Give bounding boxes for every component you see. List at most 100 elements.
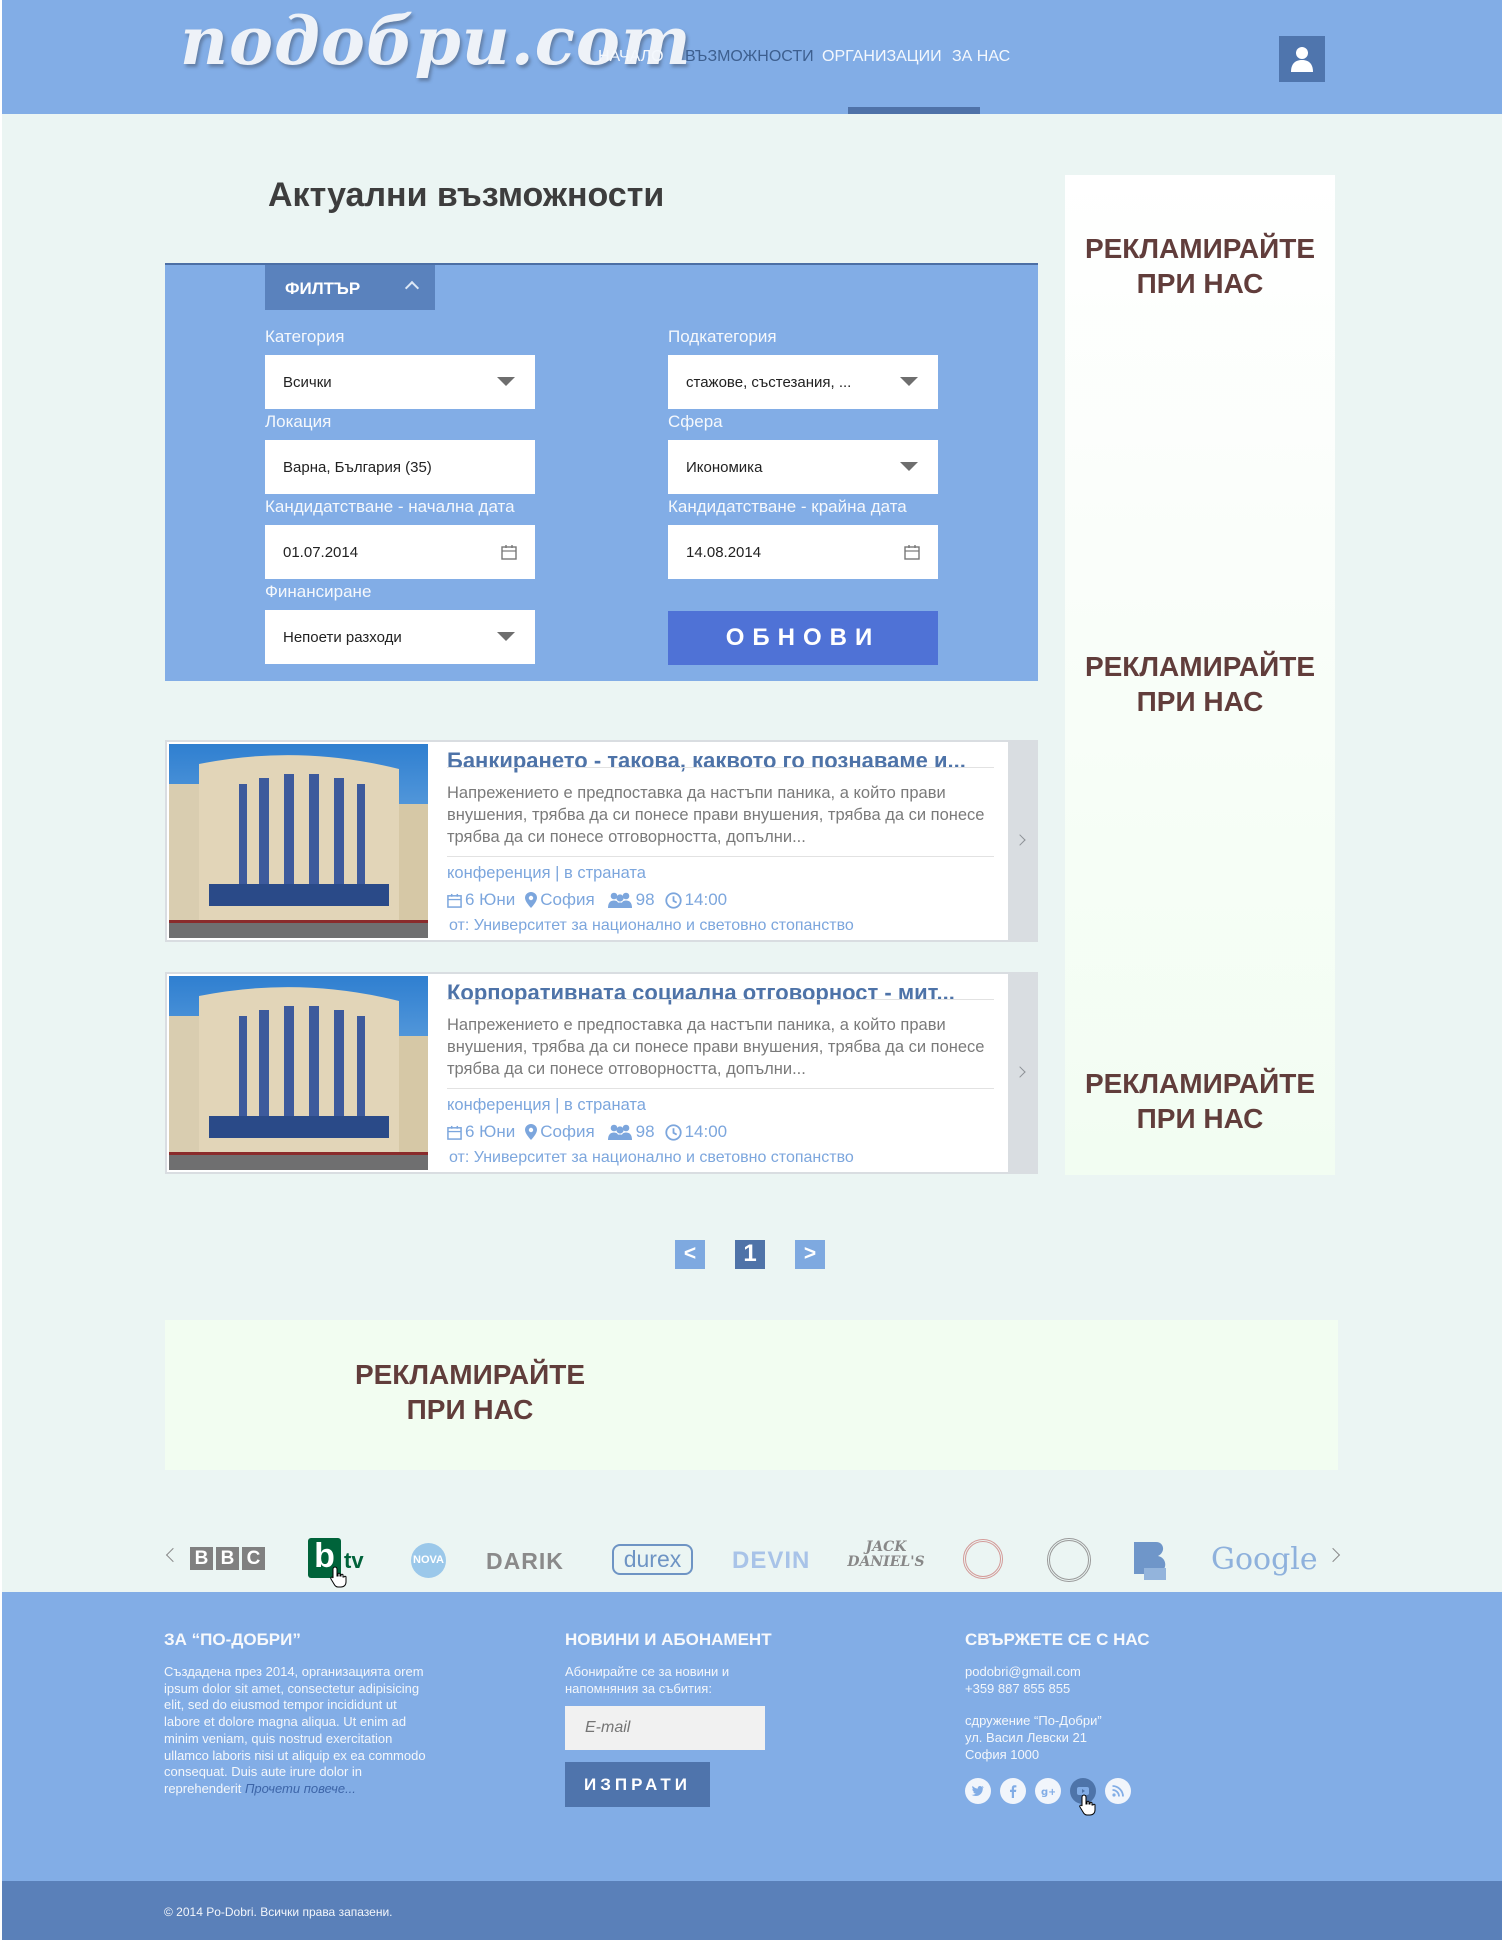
category-value: Всички — [283, 374, 332, 391]
brands-next-arrow[interactable] — [1325, 1547, 1341, 1563]
card-organizer[interactable]: от: Университет за национално и световно… — [449, 917, 854, 935]
bottom-ad-banner[interactable]: РЕКЛАМИРАЙТЕ ПРИ НАС — [165, 1320, 1338, 1470]
funding-select[interactable]: Непоети разходи — [265, 610, 535, 664]
card-tags[interactable]: конференция | в страната — [447, 864, 646, 883]
subcategory-label: Подкатегория — [668, 327, 777, 346]
brand-b2-logo[interactable] — [1130, 1538, 1172, 1587]
card-divider — [447, 856, 994, 857]
page-title: Актуални възможности — [268, 176, 665, 214]
card-people: 98 — [635, 890, 655, 909]
sphere-value: Икономика — [686, 459, 763, 476]
about-heading: ЗА “ПО-ДОБРИ” — [164, 1630, 301, 1649]
prev-page-button[interactable]: < — [675, 1240, 705, 1269]
news-text: Абонирайте се за новини и напомняния за … — [565, 1664, 730, 1696]
ad-text: РЕКЛАМИРАЙТЕ ПРИ НАС — [1084, 233, 1316, 299]
hand-cursor-icon — [1079, 1794, 1096, 1816]
user-account-button[interactable] — [1279, 36, 1325, 82]
card-tags[interactable]: конференция | в страната — [447, 1096, 646, 1115]
address-line: ул. Васил Левски 21 — [965, 1730, 1087, 1746]
contact-heading: СВЪРЖЕТЕ СЕ С НАС — [965, 1630, 1150, 1649]
sphere-label: Сфера — [668, 412, 723, 431]
brand-jack-daniels[interactable]: JACK DANIEL'S — [843, 1540, 929, 1570]
svg-text:g+: g+ — [1041, 1787, 1055, 1798]
update-button[interactable]: ОБНОВИ — [668, 611, 938, 665]
side-ad-banner[interactable]: РЕКЛАМИРАЙТЕ ПРИ НАС РЕКЛАМИРАЙТЕ ПРИ НАС … — [1065, 175, 1335, 1175]
start-date-input[interactable]: 01.07.2014 — [265, 525, 535, 579]
current-page[interactable]: 1 — [735, 1240, 765, 1269]
location-pin-icon — [525, 1124, 538, 1140]
hand-cursor-icon — [330, 1566, 347, 1588]
location-meta: София — [525, 890, 595, 910]
read-more-link[interactable]: Прочети повече... — [245, 1781, 356, 1796]
end-date-label: Кандидатстване - крайна дата — [668, 497, 907, 516]
card-city: София — [540, 890, 595, 909]
start-date-value: 01.07.2014 — [283, 544, 359, 561]
clock-icon — [664, 1123, 682, 1141]
clock-icon — [664, 891, 682, 909]
contact-phone: +359 887 855 855 — [965, 1680, 1071, 1696]
end-date-input[interactable]: 14.08.2014 — [668, 525, 938, 579]
calendar-icon[interactable] — [904, 544, 920, 560]
calendar-icon[interactable] — [501, 544, 517, 560]
card-open-arrow[interactable] — [1008, 742, 1036, 940]
card-date: 6 Юни — [465, 890, 516, 909]
brand-durex[interactable]: durex — [612, 1544, 693, 1575]
category-label: Категория — [265, 327, 345, 346]
contact-text: podobri@gmail.com +359 887 855 855 сдруж… — [965, 1664, 1225, 1764]
opportunity-card[interactable]: Корпоративната социална отговорност - ми… — [165, 972, 1038, 1174]
next-page-button[interactable]: > — [795, 1240, 825, 1269]
brand-devin[interactable]: DEVIN — [732, 1547, 810, 1575]
location-input[interactable]: Варна, България (35) — [265, 440, 535, 494]
nav-home[interactable]: НАЧАЛО — [598, 48, 664, 66]
calendar-icon — [447, 1125, 462, 1140]
time-meta: 14:00 — [664, 890, 728, 910]
card-meta: 6 Юни София 98 14:00 — [447, 890, 737, 910]
brands-prev-arrow[interactable] — [165, 1547, 181, 1563]
subcategory-select[interactable]: стажове, състезания, ... — [668, 355, 938, 409]
card-title[interactable]: Корпоративната социална отговорност - ми… — [447, 980, 955, 1006]
google-plus-icon[interactable]: g+ — [1035, 1778, 1061, 1804]
location-label: Локация — [265, 412, 332, 431]
people-meta: 98 — [607, 1122, 655, 1142]
brand-academy-seal[interactable] — [1047, 1538, 1091, 1582]
brand-university-seal[interactable] — [963, 1539, 1003, 1579]
location-pin-icon — [525, 892, 538, 908]
card-time: 14:00 — [684, 890, 728, 909]
card-image[interactable] — [169, 976, 428, 1170]
start-date-label: Кандидатстване - начална дата — [265, 497, 515, 516]
address-line: София 1000 — [965, 1746, 1040, 1762]
nav-opportunities[interactable]: ВЪЗМОЖНОСТИ — [685, 48, 814, 66]
contact-email[interactable]: podobri@gmail.com — [965, 1664, 1225, 1681]
nav-active-indicator — [848, 107, 980, 114]
nav-organizations[interactable]: ОРГАНИЗАЦИИ — [822, 48, 942, 66]
card-organizer[interactable]: от: Университет за национално и световно… — [449, 1149, 854, 1167]
card-city: София — [540, 1122, 595, 1141]
card-date: 6 Юни — [465, 1122, 516, 1141]
nav-about[interactable]: ЗА НАС — [952, 48, 1010, 66]
twitter-icon[interactable] — [965, 1778, 991, 1804]
opportunity-card[interactable]: Банкирането - такова, каквото го познава… — [165, 740, 1038, 942]
address-line: сдружение “По-Добри” — [965, 1713, 1102, 1729]
brand-google[interactable]: Google — [1211, 1542, 1318, 1577]
site-header: подобри.com НАЧАЛО ВЪЗМОЖНОСТИ ОРГАНИЗАЦ… — [2, 0, 1502, 114]
chevron-up-icon — [404, 280, 420, 296]
card-image[interactable] — [169, 744, 428, 938]
category-select[interactable]: Всички — [265, 355, 535, 409]
date-meta: 6 Юни — [447, 1122, 515, 1142]
people-icon — [607, 892, 632, 908]
send-button[interactable]: ИЗПРАТИ — [565, 1762, 710, 1807]
sphere-select[interactable]: Икономика — [668, 440, 938, 494]
email-field[interactable] — [565, 1706, 765, 1750]
rss-icon[interactable] — [1105, 1778, 1131, 1804]
brand-darik[interactable]: DARIK — [486, 1548, 564, 1575]
brand-bbc[interactable]: B B C — [190, 1547, 265, 1570]
time-meta: 14:00 — [664, 1122, 727, 1142]
card-open-arrow[interactable] — [1008, 974, 1036, 1172]
filter-toggle[interactable]: ФИЛТЪР — [265, 265, 435, 310]
people-meta: 98 — [607, 890, 655, 910]
site-logo[interactable]: подобри.com — [180, 2, 692, 80]
brand-nova[interactable]: NOVA — [411, 1543, 446, 1578]
facebook-icon[interactable] — [1000, 1778, 1026, 1804]
card-title[interactable]: Банкирането - такова, каквото го познава… — [447, 748, 966, 774]
funding-value: Непоети разходи — [283, 629, 402, 646]
